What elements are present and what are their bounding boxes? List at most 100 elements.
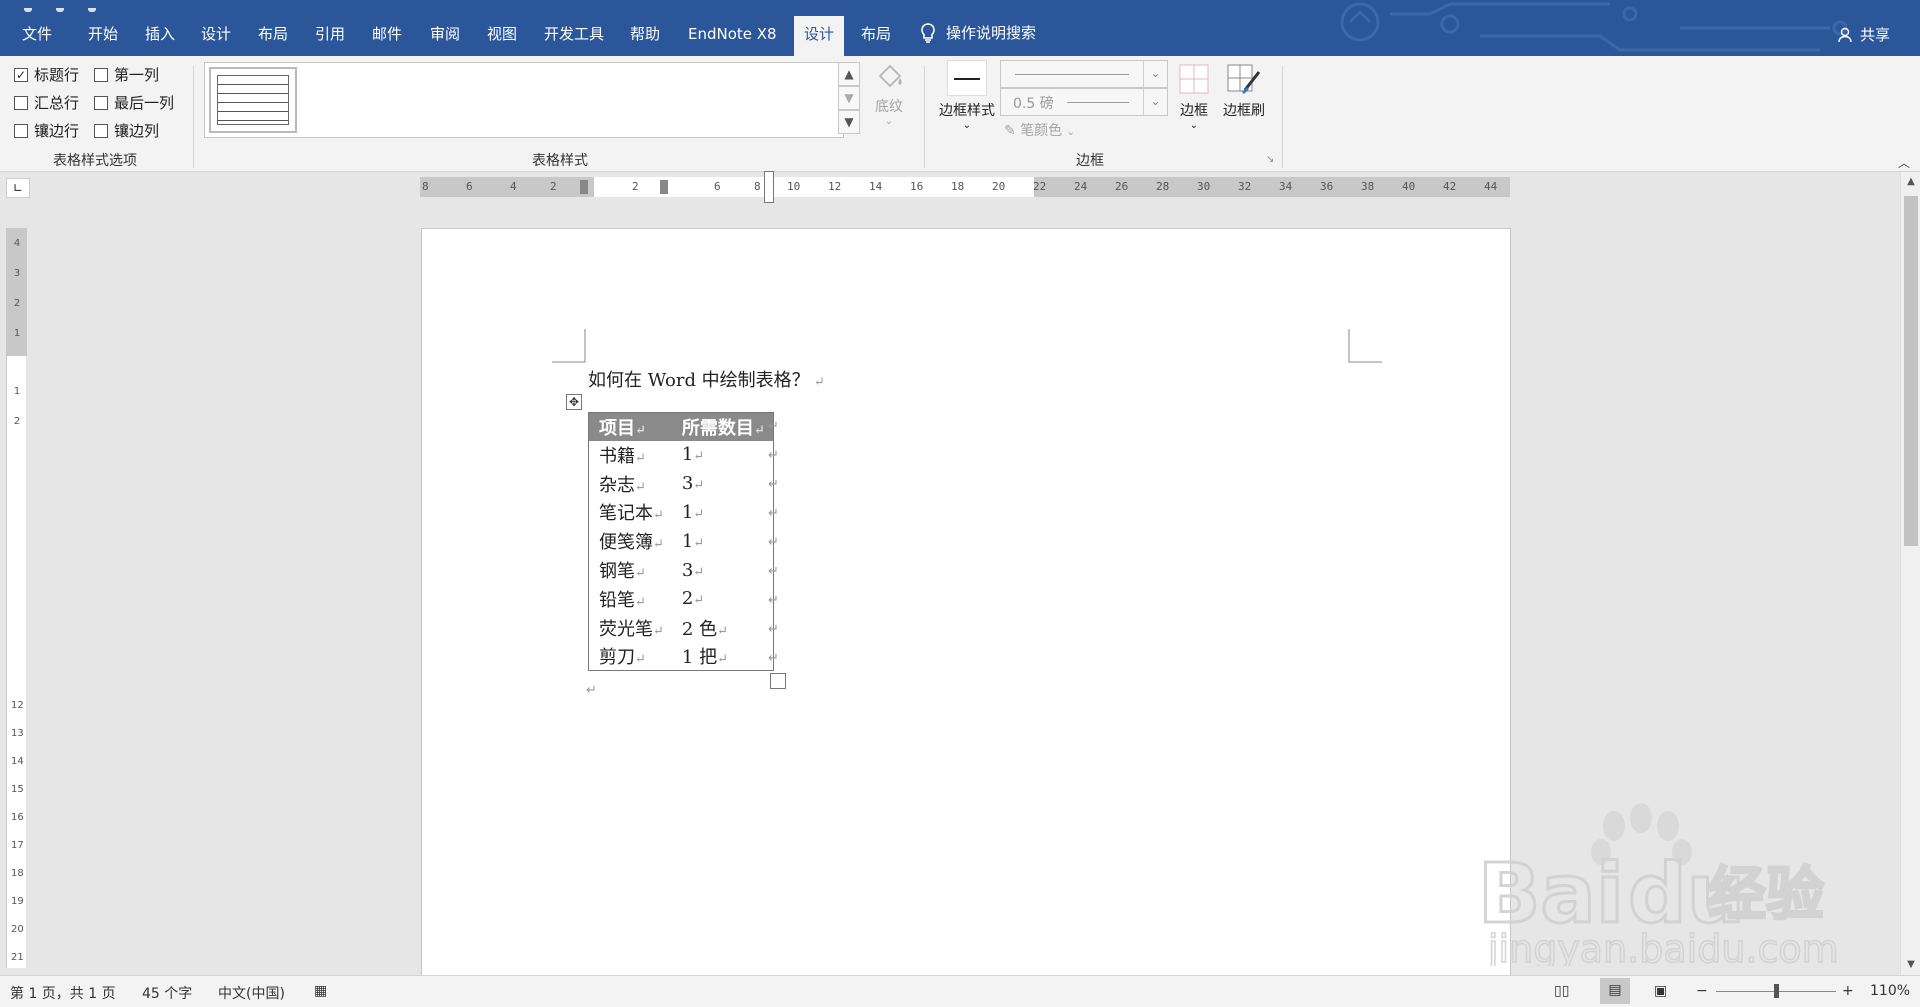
word-count[interactable]: 45 个字 (142, 983, 192, 1003)
ruler-tick: 14 (11, 756, 24, 767)
last-column-checkbox[interactable]: 最后一列 (94, 92, 174, 113)
ruler-tick: 32 (1238, 180, 1252, 193)
read-mode-icon[interactable]: ▯▯ (1554, 983, 1569, 999)
header-row-checkbox[interactable]: ✓ 标题行 (14, 64, 79, 85)
table-styles-gallery[interactable] (204, 62, 844, 138)
ruler-tick: 18 (11, 868, 24, 879)
person-icon (1838, 27, 1852, 42)
gallery-scroll-up-button[interactable]: ▲ (838, 62, 860, 86)
tab-table-design[interactable]: 设计 (794, 16, 845, 56)
tab-table-layout[interactable]: 布局 (851, 18, 901, 56)
pen-color-dropdown-arrow: ⌄ (1066, 127, 1076, 138)
table-style-thumbnail[interactable] (209, 67, 297, 133)
tab-insert[interactable]: 插入 (135, 18, 185, 56)
table-row[interactable]: 书籍↵ 1↵ (589, 441, 774, 470)
end-of-row-mark: ↵ (768, 419, 779, 434)
border-styles-button[interactable]: 边框样式 ⌄ (934, 60, 1000, 131)
gallery-more-button[interactable]: ▼ (838, 110, 860, 134)
table-row[interactable]: 铅笔↵ 2↵ (589, 584, 774, 613)
table-cell[interactable]: 钢笔↵ (589, 556, 672, 585)
table-row[interactable]: 笔记本↵ 1↵ (589, 498, 774, 527)
tab-developer[interactable]: 开发工具 (534, 18, 614, 56)
zoom-out-button[interactable]: − (1696, 983, 1708, 999)
table-cell[interactable]: 荧光笔↵ (589, 613, 672, 642)
table-cell[interactable]: 1↵ (672, 441, 773, 470)
table-row[interactable]: 钢笔↵ 3↵ (589, 556, 774, 585)
ruler-tick: 18 (951, 180, 965, 193)
heading-text: 如何在 Word 中绘制表格？ (588, 370, 810, 391)
table-cell[interactable]: 笔记本↵ (589, 498, 672, 527)
zoom-in-button[interactable]: + (1842, 983, 1854, 999)
tab-mailings[interactable]: 邮件 (362, 18, 412, 56)
table-cell[interactable]: 1 把↵ (672, 642, 773, 671)
zoom-level[interactable]: 110% (1870, 983, 1910, 999)
indent-marker[interactable] (764, 171, 774, 203)
scroll-down-arrow[interactable]: ▼ (1901, 957, 1920, 973)
dialog-launcher-icon[interactable]: ↘ (1266, 154, 1274, 165)
table-header-cell[interactable]: 项目↵ (588, 412, 672, 441)
ribbon: ✓ 标题行 第一列 汇总行 最后一列 镶边行 镶边列 表格样式选项 ▲ ▼ ▼ … (0, 56, 1920, 172)
zoom-slider-knob[interactable] (1774, 984, 1779, 998)
line-style-dropdown[interactable]: ⌄ (1000, 60, 1168, 88)
table-cell[interactable]: 书籍↵ (589, 441, 672, 470)
table-row[interactable]: 剪刀↵ 1 把↵ (589, 642, 774, 671)
vertical-ruler[interactable]: 4 3 2 1 1 2 12 13 14 15 16 17 18 19 20 2… (6, 228, 27, 968)
table-cell[interactable]: 杂志↵ (589, 469, 672, 498)
ruler-tick: 1 (13, 328, 21, 339)
print-layout-icon[interactable]: ▤ (1600, 978, 1630, 1004)
web-layout-icon[interactable]: ▣ (1654, 983, 1667, 999)
tab-review[interactable]: 审阅 (420, 18, 470, 56)
document-page[interactable]: 如何在 Word 中绘制表格？ ↵ ✥ 项目↵ 所需数目↵ 书籍↵ 1↵ 杂志↵… (421, 228, 1511, 980)
column-marker[interactable] (580, 180, 588, 194)
border-painter-button[interactable]: 边框刷 (1218, 62, 1270, 120)
tab-selector[interactable]: ∟ (6, 178, 30, 198)
table-move-handle[interactable]: ✥ (566, 394, 582, 410)
share-button[interactable]: 共享 (1838, 24, 1890, 45)
banded-columns-checkbox[interactable]: 镶边列 (94, 120, 159, 141)
tab-endnote[interactable]: EndNote X8 (678, 18, 787, 56)
horizontal-ruler[interactable]: 8 6 4 2 2 6 8 10 12 14 16 18 20 22 24 26… (420, 171, 1510, 203)
shading-button[interactable]: 底纹 ⌄ (866, 62, 912, 127)
collapse-ribbon-icon[interactable]: ︿ (1898, 154, 1910, 171)
line-weight-dropdown[interactable]: 0.5 磅 ⌄ (1000, 88, 1168, 116)
table-row[interactable]: 便笺簿↵ 1↵ (589, 527, 774, 556)
tab-view[interactable]: 视图 (477, 18, 527, 56)
borders-button[interactable]: 边框 ⌄ (1172, 62, 1216, 131)
pen-color-button[interactable]: ✎ 笔颜色 ⌄ (1004, 120, 1094, 140)
ruler-tick: 24 (1074, 180, 1088, 193)
table-cell[interactable]: 2↵ (672, 584, 773, 613)
table-cell[interactable]: 铅笔↵ (589, 584, 672, 613)
tab-design[interactable]: 设计 (191, 18, 241, 56)
table-cell[interactable]: 3↵ (672, 556, 773, 585)
table-cell[interactable]: 1↵ (672, 498, 773, 527)
table-cell[interactable]: 便笺簿↵ (589, 527, 672, 556)
table-cell[interactable]: 2 色↵ (672, 613, 773, 642)
table-header-row[interactable]: 项目↵ 所需数目↵ (588, 412, 774, 441)
page-count[interactable]: 第 1 页，共 1 页 (10, 983, 116, 1003)
tab-home[interactable]: 开始 (78, 18, 128, 56)
tab-references[interactable]: 引用 (305, 18, 355, 56)
table-cell[interactable]: 3↵ (672, 469, 773, 498)
column-marker[interactable] (660, 180, 668, 194)
tab-layout[interactable]: 布局 (248, 18, 298, 56)
vertical-scrollbar[interactable]: ▲ ▼ (1900, 172, 1920, 975)
tell-me-search[interactable]: 操作说明搜索 (920, 22, 1036, 43)
first-column-checkbox[interactable]: 第一列 (94, 64, 159, 85)
table-cell[interactable]: 1↵ (672, 527, 773, 556)
gallery-scroll-down-button[interactable]: ▼ (838, 86, 860, 110)
document-heading[interactable]: 如何在 Word 中绘制表格？ ↵ (588, 366, 825, 392)
language-indicator[interactable]: 中文(中国) (218, 983, 285, 1003)
table-cell[interactable]: 剪刀↵ (589, 642, 672, 671)
table-header-cell[interactable]: 所需数目↵ (671, 412, 774, 441)
table-row[interactable]: 杂志↵ 3↵ (589, 469, 774, 498)
table-row[interactable]: 荧光笔↵ 2 色↵ (589, 613, 774, 642)
scrollbar-thumb[interactable] (1904, 196, 1918, 546)
document-table[interactable]: 项目↵ 所需数目↵ 书籍↵ 1↵ 杂志↵ 3↵ 笔记本↵ 1↵ 便笺簿↵ 1↵ … (588, 412, 774, 672)
table-resize-handle[interactable] (770, 673, 786, 689)
scroll-up-arrow[interactable]: ▲ (1901, 174, 1920, 190)
tab-help[interactable]: 帮助 (620, 18, 670, 56)
macro-record-icon[interactable]: ▦ (314, 983, 327, 999)
banded-rows-checkbox[interactable]: 镶边行 (14, 120, 79, 141)
total-row-checkbox[interactable]: 汇总行 (14, 92, 79, 113)
tab-file[interactable]: 文件 (12, 18, 62, 56)
